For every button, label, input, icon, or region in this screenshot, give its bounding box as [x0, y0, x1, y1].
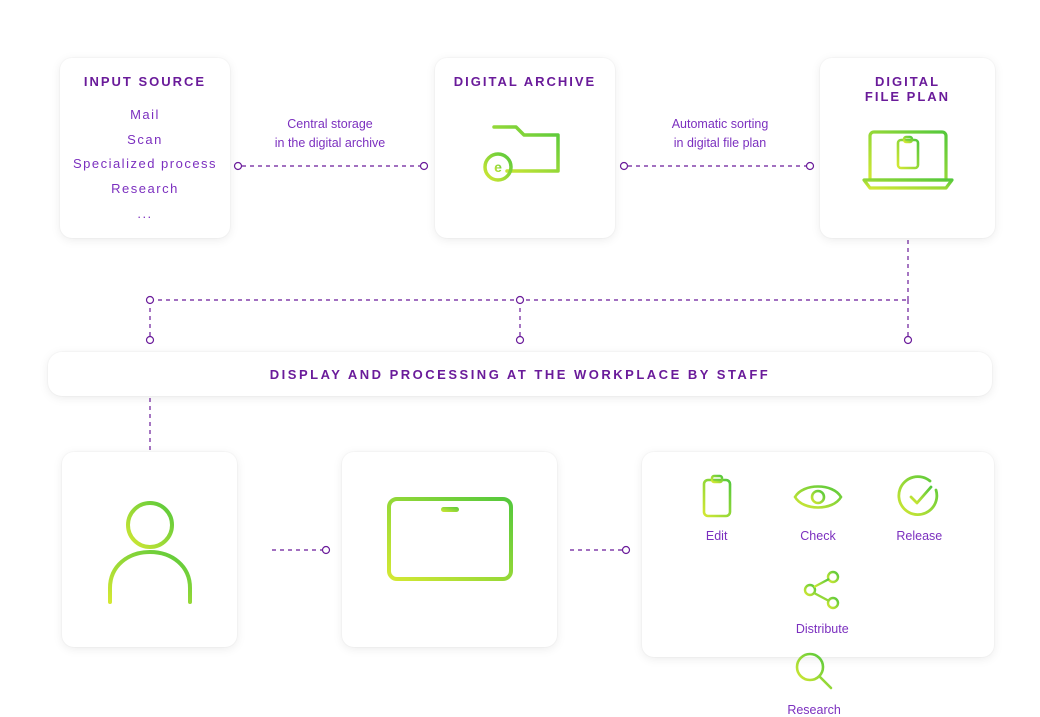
- input-source-list: Mail Scan Specialized process Research .…: [60, 103, 230, 226]
- action-release: Release: [896, 474, 942, 543]
- action-label: Check: [791, 529, 845, 543]
- checkmark-circle-icon: [896, 474, 942, 525]
- person-icon: [62, 452, 237, 647]
- flow-label-to-fileplan: Automatic sorting in digital file plan: [635, 115, 805, 153]
- card-digital-file-plan: DIGITAL FILE PLAN: [820, 58, 995, 238]
- card-digital-archive: DIGITAL ARCHIVE e: [435, 58, 615, 238]
- card-input-source: INPUT SOURCE Mail Scan Specialized proce…: [60, 58, 230, 238]
- action-edit: Edit: [696, 474, 738, 543]
- card-title: DIGITAL FILE PLAN: [820, 74, 995, 104]
- list-item: Specialized process: [60, 152, 230, 177]
- action-check: Check: [791, 474, 845, 543]
- mid-bar: DISPLAY AND PROCESSING AT THE WORKPLACE …: [48, 352, 992, 396]
- action-distribute: Distribute: [796, 567, 849, 636]
- diagram-canvas: INPUT SOURCE Mail Scan Specialized proce…: [0, 0, 1040, 711]
- action-label: Distribute: [796, 622, 849, 636]
- svg-text:e: e: [494, 159, 502, 175]
- monitor-icon: [342, 452, 557, 647]
- action-research: Research: [787, 648, 841, 717]
- action-label: Edit: [696, 529, 738, 543]
- card-monitor: [342, 452, 557, 647]
- clipboard-icon: [696, 474, 738, 525]
- list-item: Scan: [60, 128, 230, 153]
- card-title: INPUT SOURCE: [60, 74, 230, 89]
- card-person: [62, 452, 237, 647]
- action-label: Research: [787, 703, 841, 717]
- magnifier-plus-icon: [787, 648, 841, 699]
- eye-icon: [791, 474, 845, 525]
- laptop-clipboard-icon: [820, 118, 995, 198]
- card-actions: Edit Check: [642, 452, 994, 657]
- card-title: DIGITAL ARCHIVE: [435, 74, 615, 89]
- list-item: Research: [60, 177, 230, 202]
- action-label: Release: [896, 529, 942, 543]
- folder-e-icon: e: [435, 109, 615, 189]
- flow-label-to-archive: Central storage in the digital archive: [245, 115, 415, 153]
- list-item: ...: [60, 202, 230, 227]
- mid-bar-text: DISPLAY AND PROCESSING AT THE WORKPLACE …: [270, 367, 770, 382]
- list-item: Mail: [60, 103, 230, 128]
- share-icon: [796, 567, 849, 618]
